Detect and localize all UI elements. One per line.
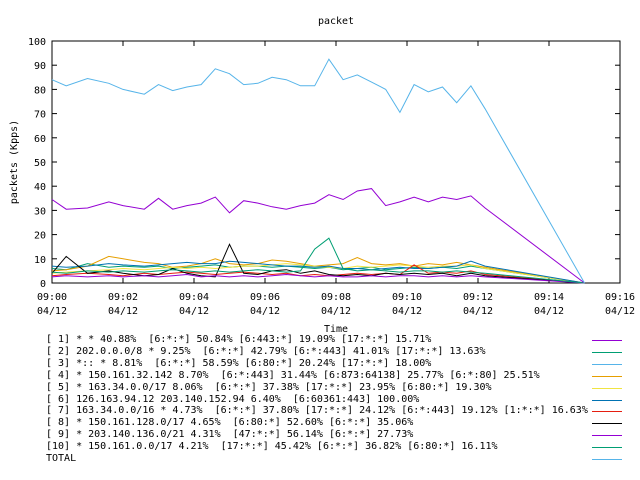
y-axis-label: packets (Kpps) <box>9 120 20 204</box>
x-tick-time: 09:10 <box>392 292 422 303</box>
legend-entry: [ 9] * 203.140.136.0/21 4.31% [47:*:*] 5… <box>46 429 414 441</box>
legend-entry: [ 6] 126.163.94.12 203.140.152.94 6.40% … <box>46 393 420 405</box>
legend-entry: [ 3] *:: * 8.81% [6:*:*] 58.59% [6:80:*]… <box>46 357 432 369</box>
x-tick-time: 09:14 <box>534 292 564 303</box>
y-tick-label: 70 <box>34 110 46 121</box>
legend-swatch <box>592 447 622 449</box>
x-tick-date: 04/12 <box>250 306 280 317</box>
x-tick-time: 09:08 <box>321 292 351 303</box>
x-tick-time: 09:04 <box>179 292 209 303</box>
y-tick-label: 50 <box>34 158 46 169</box>
y-tick-label: 10 <box>34 255 46 266</box>
legend-swatch <box>592 375 622 377</box>
chart-title: packet <box>318 16 354 27</box>
legend-swatch <box>592 411 622 413</box>
legend-swatch <box>592 351 622 353</box>
legend-entry: [ 8] * 150.161.128.0/17 4.65% [6:80:*] 5… <box>46 417 414 429</box>
legend-entry: [ 5] * 163.34.0.0/17 8.06% [6:*:*] 37.38… <box>46 381 492 393</box>
series-line-3 <box>51 58 585 284</box>
y-tick-label: 40 <box>34 182 46 193</box>
legend-swatch <box>592 387 622 389</box>
x-tick-date: 04/12 <box>463 306 493 317</box>
legend-swatch <box>592 435 622 437</box>
legend-entry: [ 1] * * 40.88% [6:*:*] 50.84% [6:443:*]… <box>46 334 432 345</box>
legend-swatch <box>592 399 622 401</box>
x-tick-time: 09:00 <box>37 292 67 303</box>
legend-entry: [10] * 150.161.0.0/17 4.21% [17:*:*] 45.… <box>46 441 498 453</box>
x-tick-time: 09:16 <box>605 292 635 303</box>
x-tick-date: 04/12 <box>108 306 138 317</box>
plot-frame <box>51 40 621 284</box>
y-tick-label: 20 <box>34 231 46 242</box>
x-tick-date: 04/12 <box>321 306 351 317</box>
legend-entry: [ 7] 163.34.0.0/16 * 4.73% [6:*:*] 37.80… <box>46 405 588 417</box>
x-tick-time: 09:12 <box>463 292 493 303</box>
legend-entry: [ 4] * 150.161.32.142 8.70% [6:*:443] 31… <box>46 369 540 381</box>
x-tick-date: 04/12 <box>392 306 422 317</box>
x-tick-date: 04/12 <box>534 306 564 317</box>
y-tick-label: 80 <box>34 85 46 96</box>
legend-swatch <box>592 423 622 425</box>
y-tick-label: 90 <box>34 61 46 72</box>
legend-entry: TOTAL <box>46 453 77 464</box>
x-tick-date: 04/12 <box>37 306 67 317</box>
y-tick-label: 100 <box>28 37 46 48</box>
legend-swatch <box>592 459 622 460</box>
y-tick-label: 30 <box>34 206 46 217</box>
series-line-8 <box>51 243 585 284</box>
x-tick-date: 04/12 <box>179 306 209 317</box>
x-tick-time: 09:02 <box>108 292 138 303</box>
legend-swatch <box>592 340 622 341</box>
legend-entry: [ 2] 202.0.0.0/8 * 9.25% [6:*:*] 42.79% … <box>46 345 486 357</box>
y-tick-label: 0 <box>40 279 46 290</box>
x-tick-time: 09:06 <box>250 292 280 303</box>
x-tick-date: 04/12 <box>605 306 635 317</box>
legend-swatch <box>592 363 622 365</box>
y-tick-label: 60 <box>34 134 46 145</box>
